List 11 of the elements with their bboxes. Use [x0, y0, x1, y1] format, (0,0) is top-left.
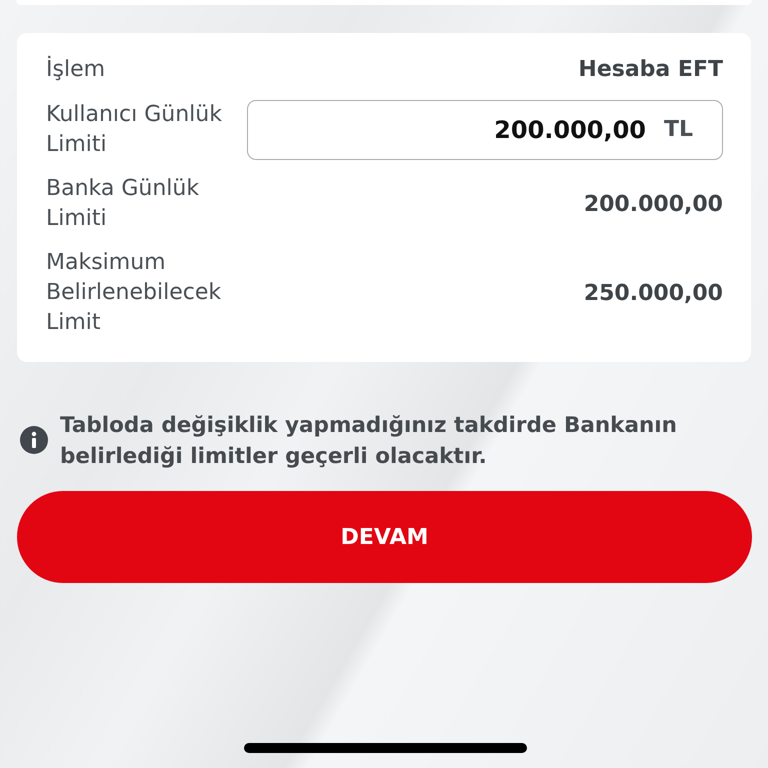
limit-label: Kullanıcı Günlük Limiti	[46, 101, 223, 159]
limit-value: 250.000,00	[584, 280, 723, 308]
info-icon	[20, 426, 48, 454]
info-message: Tabloda değişiklik yapmadığınız takdirde Bankanın belirlediği limitler geçerli olacaktır.	[60, 412, 678, 471]
limit-value: 200.000,00	[584, 190, 723, 218]
limit-value: Hesaba EFT	[578, 56, 723, 84]
limit-label: İşlem	[46, 54, 106, 84]
limit-label: Banka Günlük Limiti	[46, 175, 200, 233]
continue-button[interactable]: DEVAM	[17, 491, 752, 583]
limit-label: Maksimum Belirlenebilecek Limit	[46, 249, 222, 337]
currency-label: TL	[664, 116, 693, 144]
